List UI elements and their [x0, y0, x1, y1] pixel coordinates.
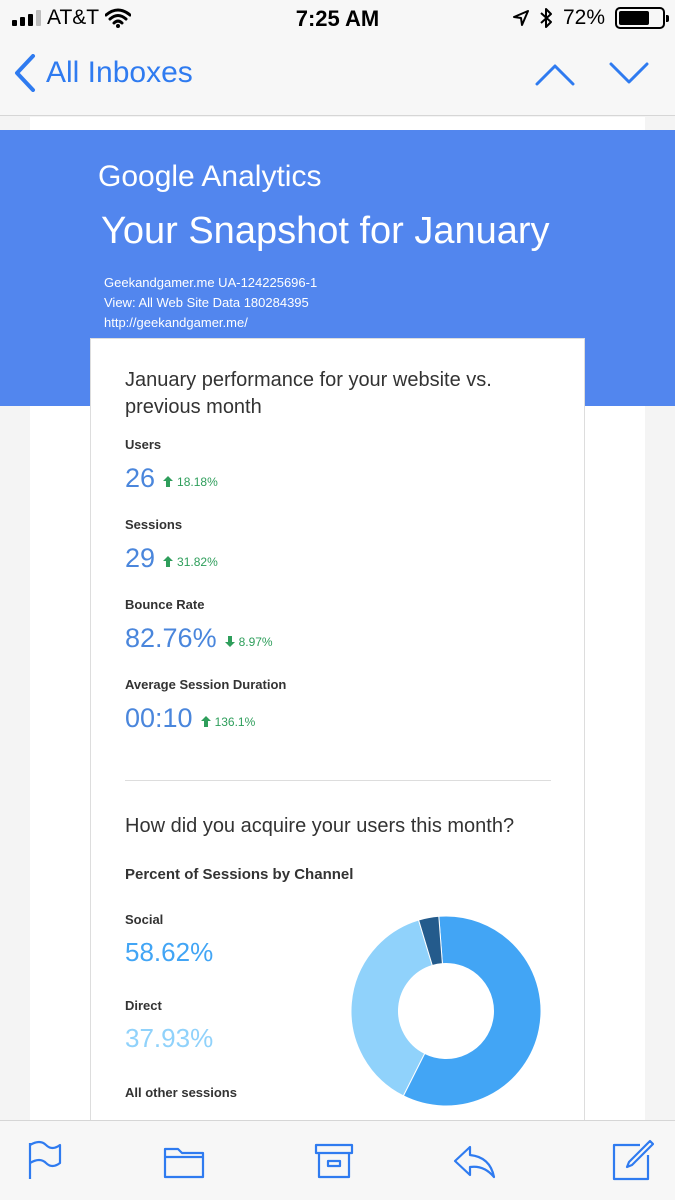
metric-value: 29	[125, 543, 156, 573]
battery-icon	[615, 7, 669, 29]
metric-avg-session-duration: Average Session Duration 00:10 136.1%	[125, 677, 287, 733]
metric-bounce-rate: Bounce Rate 82.76% 8.97%	[125, 597, 273, 653]
view-line: View: All Web Site Data 180284395	[104, 295, 309, 310]
performance-heading: January performance for your website vs.…	[125, 369, 492, 418]
back-button[interactable]: All Inboxes	[14, 54, 193, 92]
channel-label: Direct	[125, 998, 162, 1013]
metric-change: 8.97%	[238, 634, 273, 649]
metric-sessions: Sessions 29 31.82%	[125, 517, 218, 573]
email-title: Your Snapshot for January	[101, 210, 550, 252]
bluetooth-icon	[540, 8, 552, 28]
location-arrow-icon	[512, 10, 529, 26]
arrow-up-icon	[163, 556, 174, 567]
channel-label: Social	[125, 912, 164, 927]
channel-label: All other sessions	[125, 1085, 237, 1100]
status-bar: AT&T 7:25 AM 72%	[0, 0, 675, 40]
channel-direct: Direct 37.93%	[125, 998, 213, 1054]
performance-card: January performance for your website vs.…	[90, 338, 585, 1120]
arrow-up-icon	[200, 716, 211, 727]
metric-value: 82.76%	[125, 623, 217, 653]
email-body[interactable]: Google Analytics Your Snapshot for Janua…	[0, 117, 675, 1120]
metric-value: 00:10	[125, 703, 193, 733]
channel-chart-title: Percent of Sessions by Channel	[125, 866, 354, 883]
channel-social: Social 58.62%	[125, 912, 213, 968]
metric-label: Average Session Duration	[125, 677, 287, 692]
metric-label: Bounce Rate	[125, 597, 205, 612]
arrow-down-icon	[224, 636, 235, 647]
metric-label: Users	[125, 437, 162, 452]
channel-value: 37.93%	[125, 1023, 214, 1053]
channel-value: 58.62%	[125, 937, 214, 967]
back-label: All Inboxes	[46, 56, 193, 89]
metric-value: 26	[125, 463, 156, 493]
archive-icon[interactable]	[312, 1139, 356, 1183]
sessions-by-channel-donut-chart	[350, 915, 542, 1107]
site-url-link[interactable]: http://geekandgamer.me/	[104, 313, 317, 333]
mail-nav-bar: All Inboxes	[0, 40, 675, 116]
metric-change: 136.1%	[214, 714, 256, 729]
metric-label: Sessions	[125, 517, 183, 532]
channel-other: All other sessions	[125, 1085, 237, 1110]
folder-icon[interactable]	[162, 1139, 206, 1183]
chevron-up-icon[interactable]	[535, 62, 575, 86]
chevron-left-icon	[15, 54, 35, 92]
flag-icon[interactable]	[22, 1139, 66, 1183]
compose-icon[interactable]	[610, 1139, 654, 1183]
metric-change: 18.18%	[177, 474, 218, 489]
metric-users: Users 26 18.18%	[125, 437, 218, 493]
chevron-down-icon[interactable]	[609, 62, 649, 86]
arrow-up-icon	[163, 476, 174, 487]
google-analytics-logo: Google Analytics	[98, 160, 322, 193]
metric-change: 31.82%	[177, 554, 218, 569]
section-divider	[125, 780, 551, 781]
acquisition-heading: How did you acquire your users this mont…	[125, 815, 515, 837]
reply-icon[interactable]	[452, 1139, 496, 1183]
battery-percent: 72%	[562, 6, 605, 29]
mail-toolbar	[0, 1120, 675, 1200]
account-line: Geekandgamer.me UA-124225696-1	[104, 275, 318, 290]
